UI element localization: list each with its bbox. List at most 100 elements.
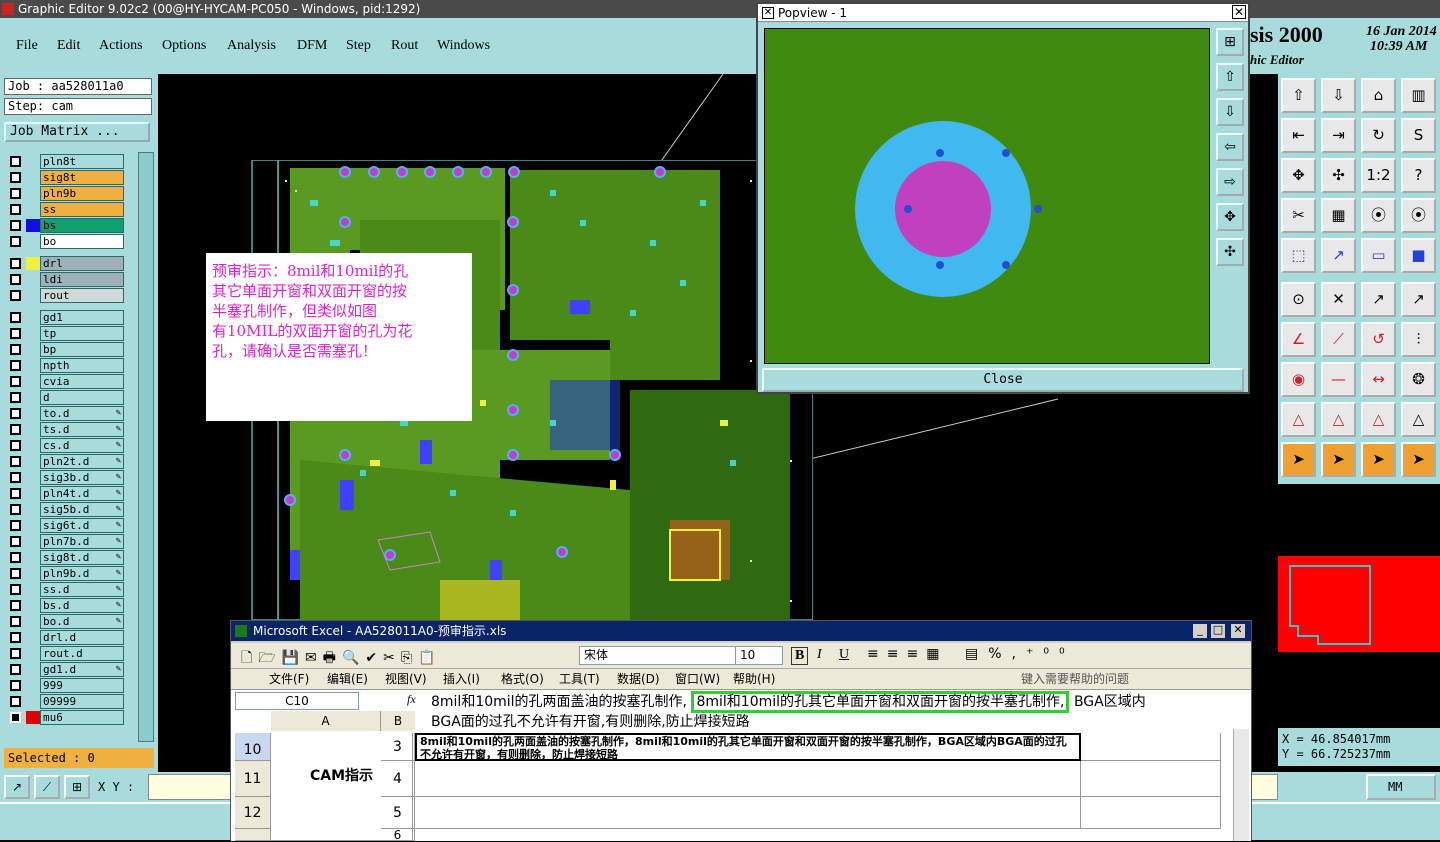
layer-checkbox[interactable] bbox=[10, 616, 21, 627]
add-pad-icon[interactable]: ⬚ bbox=[1281, 238, 1316, 273]
layer-color-swatch[interactable] bbox=[26, 343, 40, 356]
layer-color-swatch[interactable] bbox=[26, 535, 40, 548]
layer-row[interactable]: gd1 bbox=[8, 310, 124, 325]
layer-name[interactable]: gd1 bbox=[40, 310, 124, 325]
layer-color-swatch[interactable] bbox=[26, 679, 40, 692]
layer-name[interactable]: drl bbox=[40, 256, 124, 271]
excel-menu-view[interactable]: 视图(V) bbox=[385, 669, 427, 689]
layer-color-swatch[interactable] bbox=[26, 631, 40, 644]
layer-checkbox[interactable] bbox=[10, 568, 21, 579]
snap-point-icon[interactable]: ◉ bbox=[1281, 362, 1316, 397]
layer-checkbox[interactable] bbox=[10, 680, 21, 691]
layer-checkbox[interactable] bbox=[10, 188, 21, 199]
layer-checkbox[interactable] bbox=[10, 488, 21, 499]
popview-menu-icon[interactable]: ✕ bbox=[762, 7, 774, 19]
home-icon[interactable]: ⌂ bbox=[1361, 78, 1396, 113]
menu-step[interactable]: Step bbox=[346, 38, 371, 54]
layer-color-swatch[interactable] bbox=[26, 439, 40, 452]
layer-name[interactable]: rout.d bbox=[40, 646, 124, 661]
layer-color-swatch[interactable] bbox=[26, 235, 40, 248]
dimension-icon[interactable]: ↔ bbox=[1361, 362, 1396, 397]
maximize-icon[interactable]: □ bbox=[1211, 624, 1225, 638]
col-header-b[interactable]: B bbox=[381, 711, 415, 731]
layer-color-swatch[interactable] bbox=[26, 423, 40, 436]
excel-menu-tools[interactable]: 工具(T) bbox=[559, 669, 600, 689]
add-surface-icon[interactable]: ■ bbox=[1401, 238, 1436, 273]
underline-button[interactable]: U bbox=[839, 647, 849, 663]
window-icon[interactable]: ▥ bbox=[1401, 78, 1436, 113]
layer-row[interactable]: pln2t.d ✎ bbox=[8, 454, 124, 469]
corner-cell[interactable] bbox=[235, 711, 271, 731]
layer-name[interactable]: bp bbox=[40, 342, 124, 357]
layer-name[interactable]: cs.d ✎ bbox=[40, 438, 124, 453]
layer-row[interactable]: sig6t.d ✎ bbox=[8, 518, 124, 533]
layer-checkbox[interactable] bbox=[10, 552, 21, 563]
break-icon[interactable]: — bbox=[1321, 362, 1356, 397]
feature-down-icon[interactable]: ⇩ bbox=[1321, 78, 1356, 113]
layer-checkbox[interactable] bbox=[10, 328, 21, 339]
layer-color-swatch[interactable] bbox=[26, 257, 40, 270]
layer-row[interactable]: to.d ✎ bbox=[8, 406, 124, 421]
menu-file[interactable]: File bbox=[16, 38, 38, 54]
cell-d11[interactable] bbox=[1081, 761, 1221, 797]
layer-name[interactable]: pln9b bbox=[40, 186, 124, 201]
row-header[interactable] bbox=[235, 829, 271, 841]
cross-icon[interactable]: ✕ bbox=[1321, 282, 1356, 317]
format-icons[interactable]: ▤%,⁺⁰⁰ bbox=[965, 646, 1075, 662]
layer-color-swatch[interactable] bbox=[26, 407, 40, 420]
layer-row[interactable]: rout.d bbox=[8, 646, 124, 661]
layer-checkbox[interactable] bbox=[10, 360, 21, 371]
menu-analysis[interactable]: Analysis bbox=[227, 38, 276, 54]
layer-name[interactable]: pln2t.d ✎ bbox=[40, 454, 124, 469]
layer-checkbox[interactable] bbox=[10, 344, 21, 355]
snap-icon[interactable]: ⟋ bbox=[34, 775, 60, 799]
layer-name[interactable]: bs bbox=[40, 218, 124, 233]
layer-checkbox[interactable] bbox=[10, 156, 21, 167]
layer-color-swatch[interactable] bbox=[26, 599, 40, 612]
layer-name[interactable]: sig6t.d ✎ bbox=[40, 518, 124, 533]
menu-windows[interactable]: Windows bbox=[437, 38, 490, 54]
overview-minimap[interactable] bbox=[1278, 556, 1440, 652]
row-header[interactable]: 10 bbox=[235, 733, 271, 761]
angle-icon[interactable]: ∠ bbox=[1281, 322, 1316, 357]
mirror-icon[interactable]: S bbox=[1401, 118, 1436, 153]
italic-button[interactable]: I bbox=[817, 647, 822, 663]
pan-up-icon[interactable]: ⇧ bbox=[1216, 63, 1244, 91]
zoom-out-icon[interactable]: ✣ bbox=[1216, 238, 1244, 266]
layer-name[interactable]: 999 bbox=[40, 678, 124, 693]
zoom-window-icon[interactable]: ✣ bbox=[1321, 158, 1356, 193]
layer-color-swatch[interactable] bbox=[26, 615, 40, 628]
select-net-icon[interactable]: ➤ bbox=[1401, 442, 1436, 477]
layer-checkbox[interactable] bbox=[10, 632, 21, 643]
layer-row[interactable]: ldi bbox=[8, 272, 124, 287]
help-search-input[interactable]: 键入需要帮助的问题 bbox=[1021, 669, 1129, 689]
layer-list-scrollbar[interactable] bbox=[138, 152, 154, 742]
cell-b10[interactable]: 3 bbox=[381, 733, 415, 761]
cell-c11[interactable] bbox=[415, 761, 1081, 797]
layer-row[interactable]: sig8t bbox=[8, 170, 124, 185]
minimize-icon[interactable]: _ bbox=[1193, 624, 1207, 638]
layer-checkbox[interactable] bbox=[10, 392, 21, 403]
arrow-icon[interactable]: ↗ bbox=[1401, 282, 1436, 317]
layer-name[interactable]: bo bbox=[40, 234, 124, 249]
layer-checkbox[interactable] bbox=[10, 220, 21, 231]
excel-menu-format[interactable]: 格式(O) bbox=[501, 669, 544, 689]
cell-d10[interactable] bbox=[1081, 733, 1221, 761]
layer-row[interactable]: ts.d ✎ bbox=[8, 422, 124, 437]
cell-d12[interactable] bbox=[1081, 797, 1221, 829]
layer-color-swatch[interactable] bbox=[26, 219, 40, 232]
layer-checkbox[interactable] bbox=[10, 648, 21, 659]
zoom-fit-icon[interactable]: ✥ bbox=[1281, 158, 1316, 193]
layer-name[interactable]: sig3b.d ✎ bbox=[40, 470, 124, 485]
layer-color-swatch[interactable] bbox=[26, 583, 40, 596]
layer-row[interactable]: bo.d ✎ bbox=[8, 614, 124, 629]
layer-name[interactable]: pln4t.d ✎ bbox=[40, 486, 124, 501]
scale-icon[interactable]: 1:2 bbox=[1361, 158, 1396, 193]
layer-row[interactable]: ss.d ✎ bbox=[8, 582, 124, 597]
layer-name[interactable]: gd1.d ✎ bbox=[40, 662, 124, 677]
layer-color-swatch[interactable] bbox=[26, 455, 40, 468]
select-box-icon[interactable]: ➤ bbox=[1321, 442, 1356, 477]
layer-name[interactable]: mu6 bbox=[40, 710, 124, 725]
ruler-icon[interactable]: ▭ bbox=[1361, 238, 1396, 273]
layer-row[interactable]: drl.d bbox=[8, 630, 124, 645]
